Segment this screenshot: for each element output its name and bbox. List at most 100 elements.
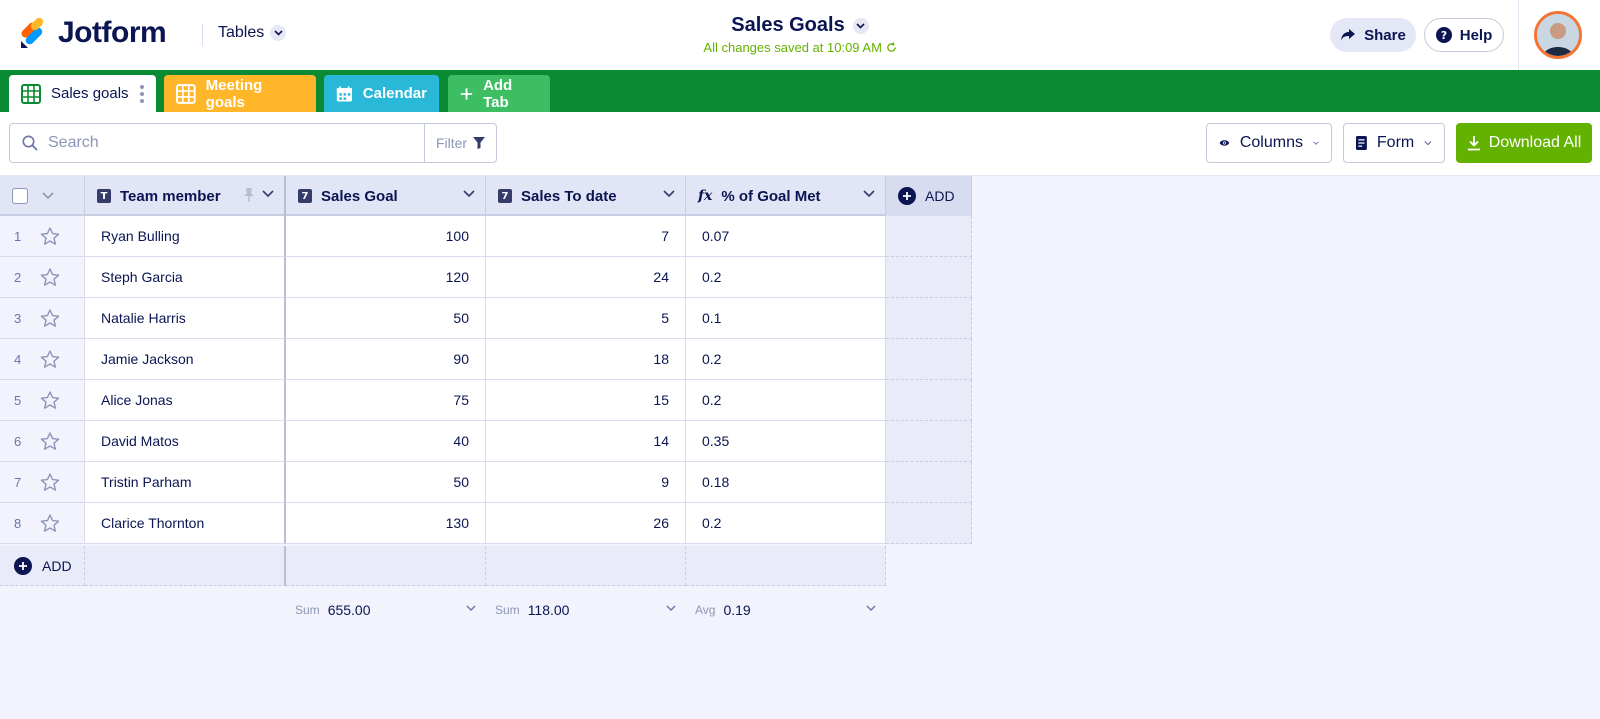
form-button[interactable]: Form — [1343, 123, 1445, 163]
aggregate-label: Sum — [295, 603, 320, 617]
cell-sales-to-date[interactable]: 7 — [486, 216, 686, 257]
jotform-logo-icon — [21, 17, 44, 48]
empty-cell — [886, 462, 972, 503]
cell-team-member[interactable]: Ryan Bulling — [85, 216, 286, 257]
cell-sales-goal[interactable]: 40 — [286, 421, 486, 462]
column-label: Team member — [120, 187, 221, 205]
cell-sales-goal[interactable]: 100 — [286, 216, 486, 257]
cell-team-member[interactable]: Clarice Thornton — [85, 503, 286, 544]
chevron-down-icon[interactable] — [42, 192, 54, 200]
cell-goal-met[interactable]: 0.07 — [686, 216, 886, 257]
cell-team-member[interactable]: Steph Garcia — [85, 257, 286, 298]
chevron-down-icon — [270, 25, 287, 41]
cell-sales-to-date[interactable]: 26 — [486, 503, 686, 544]
help-button[interactable]: ? Help — [1424, 18, 1504, 52]
cell-goal-met[interactable]: 0.18 — [686, 462, 886, 503]
tab-sales-goals[interactable]: Sales goals — [9, 75, 156, 112]
chevron-down-icon[interactable] — [663, 190, 675, 198]
add-column-label: ADD — [925, 188, 955, 204]
select-all-checkbox[interactable] — [12, 188, 28, 204]
calendar-icon — [336, 85, 352, 102]
cell-value: Clarice Thornton — [101, 515, 205, 531]
cell-value: 7 — [661, 228, 669, 244]
number-type-icon: 7 — [298, 189, 312, 203]
cell-sales-to-date[interactable]: 18 — [486, 339, 686, 380]
tables-menu-button[interactable]: Tables — [218, 24, 287, 42]
cell-team-member[interactable]: David Matos — [85, 421, 286, 462]
columns-button[interactable]: Columns — [1206, 123, 1332, 163]
aggregate-sales-goal[interactable]: Sum 655.00 — [295, 598, 486, 622]
cell-team-member[interactable]: Natalie Harris — [85, 298, 286, 339]
add-row-button[interactable]: ADD — [0, 546, 85, 586]
star-icon[interactable] — [40, 390, 60, 410]
add-column-button[interactable]: ADD — [886, 176, 972, 216]
empty-cell — [286, 546, 486, 586]
cell-sales-goal[interactable]: 90 — [286, 339, 486, 380]
row-index-cell: 4 — [0, 339, 85, 380]
star-icon[interactable] — [40, 267, 60, 287]
cell-sales-goal[interactable]: 130 — [286, 503, 486, 544]
column-header-team-member[interactable]: T Team member — [85, 176, 286, 216]
row-number: 6 — [14, 433, 22, 449]
star-icon[interactable] — [40, 308, 60, 328]
aggregate-goal-met[interactable]: Avg 0.19 — [695, 598, 886, 622]
form-label: Form — [1376, 134, 1415, 151]
star-icon[interactable] — [40, 431, 60, 451]
pin-icon[interactable] — [244, 188, 254, 202]
cell-sales-to-date[interactable]: 5 — [486, 298, 686, 339]
cell-goal-met[interactable]: 0.1 — [686, 298, 886, 339]
cell-sales-to-date[interactable]: 14 — [486, 421, 686, 462]
row-number: 8 — [14, 515, 22, 531]
star-icon[interactable] — [40, 513, 60, 533]
jotform-logo[interactable]: Jotform — [18, 16, 167, 50]
column-header-sales-to-date[interactable]: 7 Sales To date — [486, 176, 686, 216]
aggregate-value: 0.19 — [723, 602, 751, 618]
cell-value: 0.2 — [702, 351, 722, 367]
download-all-button[interactable]: Download All — [1456, 123, 1592, 163]
row-number: 2 — [14, 269, 22, 285]
star-icon[interactable] — [40, 472, 60, 492]
cell-sales-goal[interactable]: 75 — [286, 380, 486, 421]
cell-team-member[interactable]: Tristin Parham — [85, 462, 286, 503]
svg-text:?: ? — [1441, 29, 1447, 42]
star-icon[interactable] — [40, 349, 60, 369]
filter-label: Filter — [435, 135, 468, 151]
columns-label: Columns — [1239, 134, 1303, 151]
tab-meeting-goals[interactable]: Meeting goals — [164, 75, 316, 112]
plus-circle-icon — [898, 187, 916, 205]
select-all-header — [0, 176, 85, 216]
eye-icon — [1219, 140, 1230, 146]
cell-goal-met[interactable]: 0.2 — [686, 380, 886, 421]
avatar[interactable] — [1534, 11, 1582, 59]
tab-calendar[interactable]: Calendar — [324, 75, 439, 112]
cell-sales-to-date[interactable]: 15 — [486, 380, 686, 421]
star-icon[interactable] — [40, 226, 60, 246]
chevron-down-icon[interactable] — [262, 190, 274, 198]
search-input[interactable] — [48, 134, 408, 152]
kebab-menu-icon[interactable] — [140, 84, 144, 103]
filter-button[interactable]: Filter — [424, 123, 497, 163]
cell-sales-goal[interactable]: 50 — [286, 298, 486, 339]
cell-goal-met[interactable]: 0.2 — [686, 257, 886, 298]
cell-sales-to-date[interactable]: 24 — [486, 257, 686, 298]
row-number: 5 — [14, 392, 22, 408]
cell-sales-to-date[interactable]: 9 — [486, 462, 686, 503]
column-header-sales-goal[interactable]: 7 Sales Goal — [286, 176, 486, 216]
cell-goal-met[interactable]: 0.35 — [686, 421, 886, 462]
share-button[interactable]: Share — [1330, 18, 1416, 52]
cell-goal-met[interactable]: 0.2 — [686, 339, 886, 380]
column-header-goal-met[interactable]: fx % of Goal Met — [686, 176, 886, 216]
chevron-down-icon[interactable] — [863, 190, 875, 198]
add-row-label: ADD — [42, 557, 72, 574]
cell-value: 50 — [453, 310, 469, 326]
cell-sales-goal[interactable]: 50 — [286, 462, 486, 503]
aggregate-sales-to-date[interactable]: Sum 118.00 — [495, 598, 686, 622]
add-tab-button[interactable]: Add Tab — [448, 75, 550, 112]
cell-team-member[interactable]: Jamie Jackson — [85, 339, 286, 380]
chevron-down-icon[interactable] — [463, 190, 475, 198]
cell-sales-goal[interactable]: 120 — [286, 257, 486, 298]
cell-value: David Matos — [101, 433, 179, 449]
cell-team-member[interactable]: Alice Jonas — [85, 380, 286, 421]
document-title[interactable]: Sales Goals — [731, 14, 869, 37]
cell-goal-met[interactable]: 0.2 — [686, 503, 886, 544]
